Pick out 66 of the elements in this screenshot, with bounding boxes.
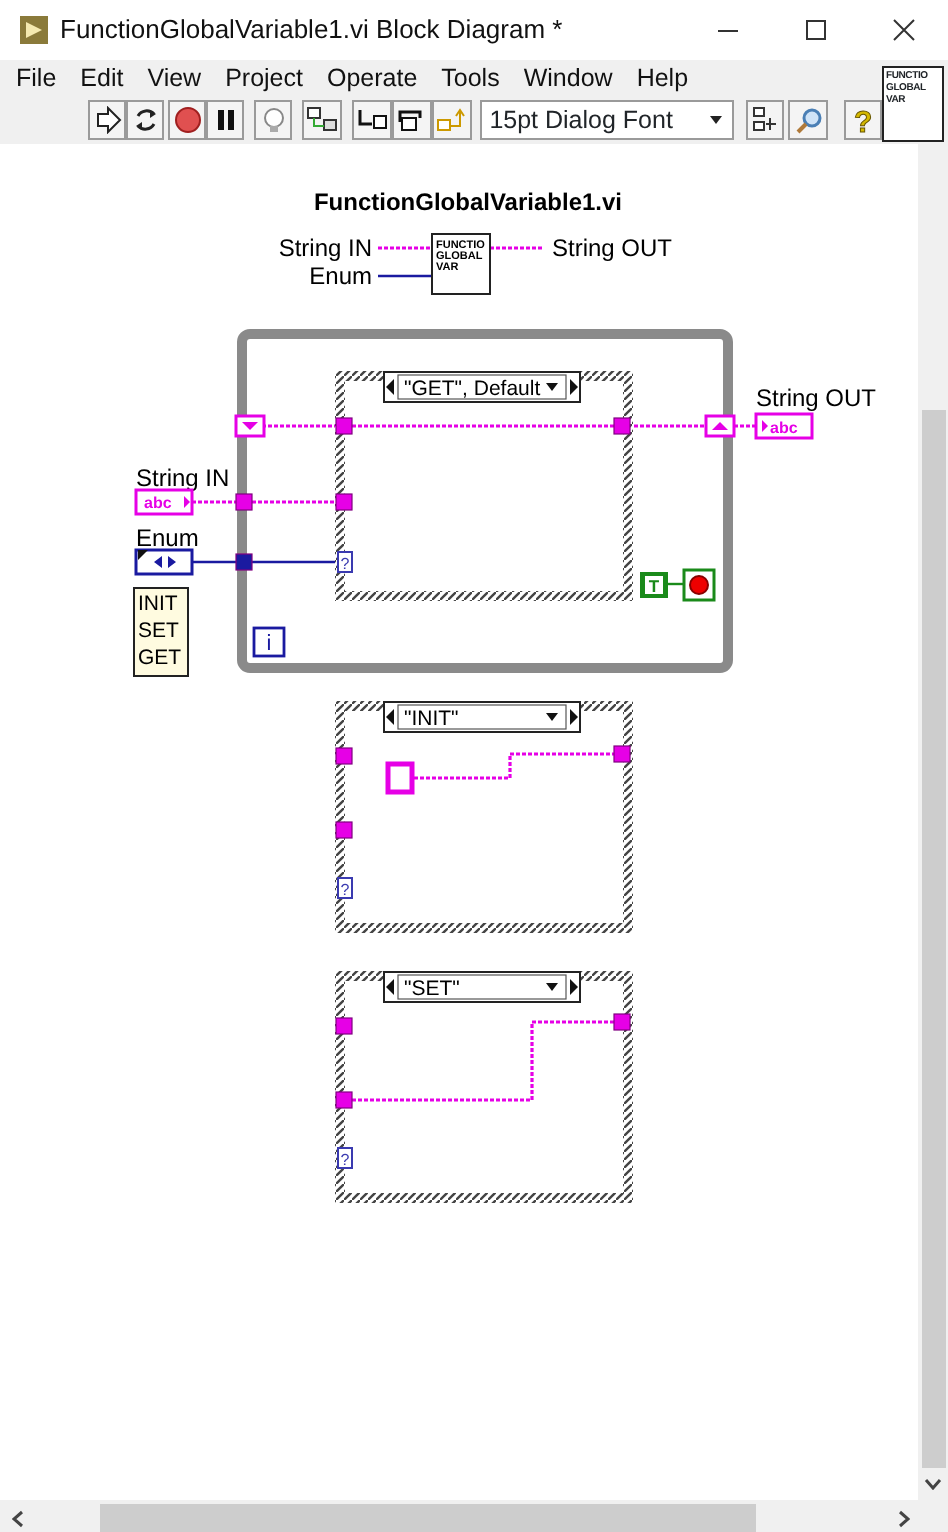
control-label: String IN bbox=[136, 464, 230, 492]
dropdown-arrow-icon bbox=[708, 112, 725, 128]
menu-item[interactable]: Operate bbox=[314, 57, 430, 99]
search-icon[interactable] bbox=[788, 100, 829, 140]
step-over-icon[interactable] bbox=[391, 100, 432, 140]
light-bulb-icon[interactable] bbox=[254, 100, 292, 140]
menu-item[interactable]: Help bbox=[624, 57, 701, 99]
output-label: String OUT bbox=[552, 234, 673, 262]
enum-control[interactable] bbox=[134, 548, 194, 576]
window-title: FunctionGlobalVariable1.vi Block Diagram * bbox=[60, 12, 563, 49]
tunnel bbox=[235, 553, 253, 571]
tunnel bbox=[335, 417, 353, 435]
pause-icon[interactable] bbox=[206, 100, 244, 140]
scrollbar-thumb[interactable] bbox=[100, 1504, 756, 1532]
abort-icon[interactable] bbox=[168, 100, 206, 140]
scroll-right-icon[interactable] bbox=[898, 1510, 910, 1528]
shift-register bbox=[704, 414, 736, 438]
run-continuously-icon[interactable] bbox=[126, 100, 164, 140]
tunnel bbox=[613, 417, 631, 435]
case-selector[interactable]: "GET", Default bbox=[383, 371, 581, 403]
menu-item[interactable]: Tools bbox=[429, 57, 512, 99]
selector-terminal: ? bbox=[337, 551, 353, 573]
indicator-label: String OUT bbox=[756, 384, 877, 412]
menu-item[interactable]: Window bbox=[511, 57, 625, 99]
scrollbar-thumb[interactable] bbox=[922, 410, 946, 1468]
menu-item[interactable]: Project bbox=[213, 57, 315, 99]
menu-item[interactable]: File bbox=[4, 57, 69, 99]
stop-terminal bbox=[682, 568, 716, 602]
wire bbox=[378, 274, 432, 278]
tunnel bbox=[235, 493, 253, 511]
empty-string-constant bbox=[385, 761, 415, 795]
case-selector[interactable]: "SET" bbox=[383, 971, 581, 1003]
shift-register bbox=[234, 414, 266, 438]
case-selector[interactable]: "INIT" bbox=[383, 701, 581, 733]
font-dropdown[interactable]: 15pt Dialog Font bbox=[479, 100, 735, 140]
step-into-icon[interactable] bbox=[351, 100, 392, 140]
app-icon bbox=[20, 16, 48, 44]
tunnel bbox=[335, 1091, 353, 1109]
tunnel bbox=[613, 1013, 631, 1031]
tunnel bbox=[335, 1017, 353, 1035]
iteration-terminal: i bbox=[252, 626, 286, 658]
selector-terminal: ? bbox=[337, 1147, 353, 1169]
selector-terminal: ? bbox=[337, 877, 353, 899]
input-label: Enum bbox=[309, 262, 372, 290]
tunnel bbox=[613, 745, 631, 763]
scroll-down-icon[interactable] bbox=[924, 1478, 942, 1490]
diagram-title: FunctionGlobalVariable1.vi bbox=[313, 188, 623, 216]
wire bbox=[490, 246, 544, 250]
menu-item[interactable]: Edit bbox=[68, 57, 136, 99]
input-label: String IN bbox=[278, 234, 372, 262]
control-label: Enum bbox=[136, 524, 199, 552]
boolean-constant: T bbox=[640, 572, 668, 598]
retain-wire-values-icon[interactable] bbox=[302, 100, 342, 140]
align-objects-icon[interactable] bbox=[746, 100, 785, 140]
maximize-icon[interactable] bbox=[804, 18, 828, 42]
tunnel bbox=[335, 747, 353, 765]
string-control[interactable]: abc bbox=[134, 488, 194, 516]
scroll-left-icon[interactable] bbox=[12, 1510, 24, 1528]
menu-item[interactable]: View bbox=[135, 57, 214, 99]
close-icon[interactable] bbox=[892, 18, 916, 42]
tunnel bbox=[335, 493, 353, 511]
string-indicator: abc bbox=[754, 412, 814, 440]
enum-items-list: INIT SET GET bbox=[133, 587, 189, 677]
wire bbox=[378, 246, 432, 250]
tunnel bbox=[335, 821, 353, 839]
wire bbox=[734, 424, 756, 428]
